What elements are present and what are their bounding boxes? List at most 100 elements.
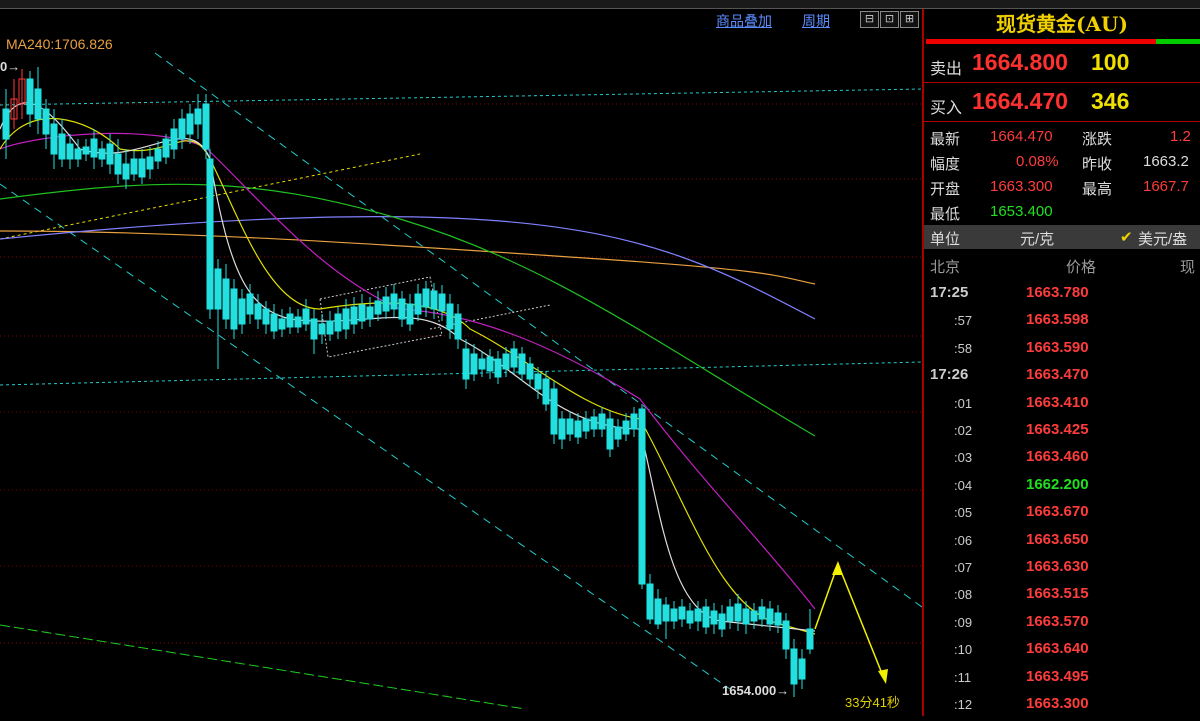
sell-label: 卖出 xyxy=(930,61,963,78)
tick-time: :58 xyxy=(954,340,973,356)
tick-time: :08 xyxy=(954,587,973,603)
candle-body xyxy=(358,304,366,322)
candle-body xyxy=(590,416,598,430)
candle-body xyxy=(146,156,154,170)
tick-price: 1663.515 xyxy=(1026,585,1089,603)
sell-volume: 100 xyxy=(1091,49,1130,75)
candle-body xyxy=(50,123,58,155)
unit-usd-oz[interactable]: 美元/盎 xyxy=(1138,228,1187,249)
fit-icon[interactable]: ⊡ xyxy=(880,11,899,28)
candle-body xyxy=(486,356,494,372)
unit-row[interactable]: 单位 元/克 ✔ 美元/盎 xyxy=(924,225,1200,249)
buy-quote-row[interactable]: 买入 1664.470 346 xyxy=(924,85,1200,122)
overlay-button[interactable]: 商品叠加 xyxy=(716,11,772,31)
resistance-line xyxy=(0,88,923,106)
candle-body xyxy=(782,620,790,650)
tick-time: :57 xyxy=(954,313,973,329)
tick-price: 1662.200 xyxy=(1026,475,1089,493)
candle-body xyxy=(622,420,630,435)
low-price-tag: 1654.000→ xyxy=(722,683,790,698)
candle-body xyxy=(170,128,178,150)
candle-countdown: 33分41秒 xyxy=(845,695,900,710)
zoom-out-icon[interactable]: ⊟ xyxy=(860,11,879,28)
candle-body xyxy=(606,418,614,450)
candle-body xyxy=(686,610,694,624)
tick-row: :10 1663.640 xyxy=(924,636,1200,663)
zoom-in-icon[interactable]: ⊞ xyxy=(900,11,919,28)
candle-body xyxy=(254,303,262,320)
tick-time: :06 xyxy=(954,532,973,548)
candle-body xyxy=(534,373,542,390)
candle-body xyxy=(334,313,342,332)
tick-time: :10 xyxy=(954,642,973,658)
tick-price: 1663.410 xyxy=(1026,393,1089,411)
forecast-up-arrow xyxy=(832,561,843,575)
candle-body xyxy=(614,426,622,440)
candle-body xyxy=(542,378,550,405)
candle-body xyxy=(510,348,518,368)
candle-body xyxy=(230,288,238,330)
tick-price: 1663.460 xyxy=(1026,448,1089,466)
candle-body xyxy=(318,323,326,335)
change-value: 1.2 xyxy=(1170,128,1191,145)
low-label: 最低 xyxy=(930,206,961,223)
tick-price: 1663.590 xyxy=(1026,338,1089,356)
candle-body xyxy=(758,606,766,620)
candle-body xyxy=(310,318,318,340)
candle-body xyxy=(502,353,510,370)
sell-price: 1664.800 xyxy=(972,49,1068,75)
candle-body xyxy=(90,138,98,158)
tick-row: :03 1663.460 xyxy=(924,444,1200,471)
candle-body xyxy=(710,610,718,625)
candle-body xyxy=(222,278,230,320)
tick-time: :02 xyxy=(954,423,973,438)
channel-upper-line xyxy=(154,52,923,608)
candle-body xyxy=(326,320,334,335)
candle-body xyxy=(718,613,726,630)
candle-body xyxy=(726,606,734,622)
candle-body xyxy=(74,148,82,160)
tick-time: :09 xyxy=(954,614,973,630)
tick-price: 1663.650 xyxy=(1026,530,1089,548)
candle-body xyxy=(438,293,446,312)
sell-quote-row[interactable]: 卖出 1664.800 100 xyxy=(924,46,1200,83)
candle-body xyxy=(702,606,710,628)
bid-ask-ratio-bar-green xyxy=(1156,39,1200,44)
amplitude-label: 幅度 xyxy=(930,156,961,173)
candle-body xyxy=(58,133,66,160)
buy-volume: 346 xyxy=(1091,88,1130,114)
tick-time: 17:25 xyxy=(930,284,969,301)
candle-body xyxy=(478,358,486,370)
candle-body xyxy=(470,353,478,375)
candle-body xyxy=(750,610,758,622)
low-value: 1653.400 xyxy=(990,203,1053,220)
candle-body xyxy=(186,113,194,135)
chart-canvas xyxy=(0,52,923,710)
candle-body xyxy=(114,153,122,175)
ma240-indicator-label: MA240:1706.826 xyxy=(6,36,113,52)
candlestick-chart[interactable]: 商品叠加 周期 ⊟ ⊡ ⊞ MA240:1706.826 0→ 1654.000… xyxy=(0,9,923,716)
tick-price: 1663.470 xyxy=(1026,366,1089,384)
candle-body xyxy=(646,583,654,620)
candle-body xyxy=(582,418,590,432)
ma-magenta-line xyxy=(0,132,816,610)
candle-body xyxy=(518,353,526,375)
candle-body xyxy=(178,118,186,140)
tick-time: :12 xyxy=(954,697,973,712)
candle-body xyxy=(422,288,430,308)
candle-body xyxy=(638,408,646,585)
candle-body xyxy=(630,413,638,430)
candle-body xyxy=(774,612,782,626)
candle-body xyxy=(390,293,398,310)
candle-body xyxy=(678,606,686,620)
candle-body xyxy=(414,293,422,315)
ticks-header-price: 价格 xyxy=(1066,259,1097,276)
candle-body xyxy=(106,143,114,165)
tick-time: :07 xyxy=(954,560,973,575)
candle-body xyxy=(766,608,774,625)
tick-row: :58 1663.590 xyxy=(924,335,1200,362)
unit-cny-gram[interactable]: 元/克 xyxy=(1020,228,1054,249)
candle-body xyxy=(2,108,10,140)
period-button[interactable]: 周期 xyxy=(802,11,830,31)
tick-row: :06 1663.650 xyxy=(924,527,1200,554)
